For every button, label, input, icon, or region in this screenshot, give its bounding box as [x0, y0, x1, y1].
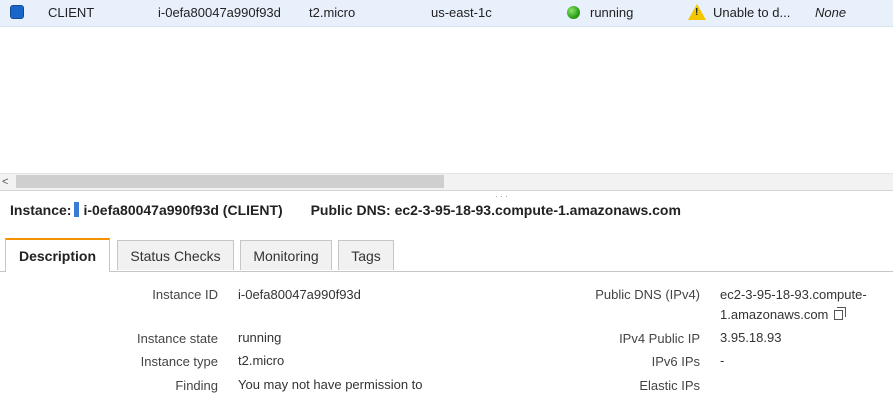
instance-type-label: Instance type — [140, 354, 218, 369]
warning-triangle-icon: ! — [688, 4, 706, 20]
instance-table-row[interactable]: CLIENT i-0efa80047a990f93d t2.micro us-e… — [0, 0, 893, 27]
ipv4-public-ip-value: 3.95.18.93 — [720, 330, 782, 345]
alarm-status-cell: None — [815, 5, 847, 20]
public-dns-value: ec2-3-95-18-93.compute-1.amazonaws.com — [394, 202, 681, 218]
status-check-cell[interactable]: Unable to d... — [713, 5, 790, 20]
public-dns-ipv4-value-line2: 1.amazonaws.com — [720, 305, 847, 324]
ipv6-ips-label: IPv6 IPs — [651, 354, 700, 369]
details-tabs: Description Status Checks Monitoring Tag… — [0, 238, 893, 272]
ipv4-public-ip-label: IPv4 Public IP — [619, 331, 700, 346]
finding-value: You may not have permission to — [238, 377, 423, 392]
instance-state-cell: running — [590, 5, 634, 20]
instance-state-label: Instance state — [137, 331, 218, 346]
instance-id-cell: i-0efa80047a990f93d — [158, 5, 281, 20]
green-circle-icon — [567, 6, 580, 19]
public-dns-ipv4-value-line2-text: 1.amazonaws.com — [720, 307, 829, 322]
instance-type-value: t2.micro — [238, 353, 285, 368]
tab-tags[interactable]: Tags — [338, 240, 394, 270]
finding-label: Finding — [175, 378, 218, 393]
availability-zone-cell: us-east-1c — [431, 5, 492, 20]
panel-divider — [0, 190, 893, 191]
instance-summary-value: i-0efa80047a990f93d (CLIENT) — [83, 202, 283, 218]
ipv6-ips-value: - — [720, 353, 725, 368]
copy-icon[interactable] — [834, 307, 847, 320]
instance-summary: Instance: i-0efa80047a990f93d (CLIENT) Pu… — [10, 202, 681, 218]
instance-state-value: running — [238, 330, 282, 345]
instance-id-value: i-0efa80047a990f93d — [238, 287, 361, 302]
instance-id-label: Instance ID — [152, 287, 218, 302]
tab-description[interactable]: Description — [5, 238, 110, 272]
scroll-left-icon[interactable]: < — [2, 176, 8, 188]
instance-name-cell: CLIENT — [48, 5, 95, 20]
tab-monitoring[interactable]: Monitoring — [240, 240, 332, 270]
scrollbar-thumb[interactable] — [16, 175, 444, 188]
instance-type-cell: t2.micro — [309, 5, 356, 20]
instance-summary-label: Instance: — [10, 202, 72, 218]
instance-color-marker — [74, 202, 80, 217]
horizontal-scrollbar[interactable]: < — [0, 173, 893, 190]
elastic-ips-label: Elastic IPs — [639, 378, 700, 393]
row-select-checkbox[interactable] — [10, 5, 24, 19]
public-dns-ipv4-label: Public DNS (IPv4) — [595, 287, 700, 302]
tab-status-checks[interactable]: Status Checks — [117, 240, 234, 270]
resize-handle-icon[interactable]: ··· — [495, 191, 510, 201]
public-dns-ipv4-value-line1: ec2-3-95-18-93.compute- — [720, 287, 867, 302]
public-dns-label: Public DNS: — [310, 202, 391, 218]
